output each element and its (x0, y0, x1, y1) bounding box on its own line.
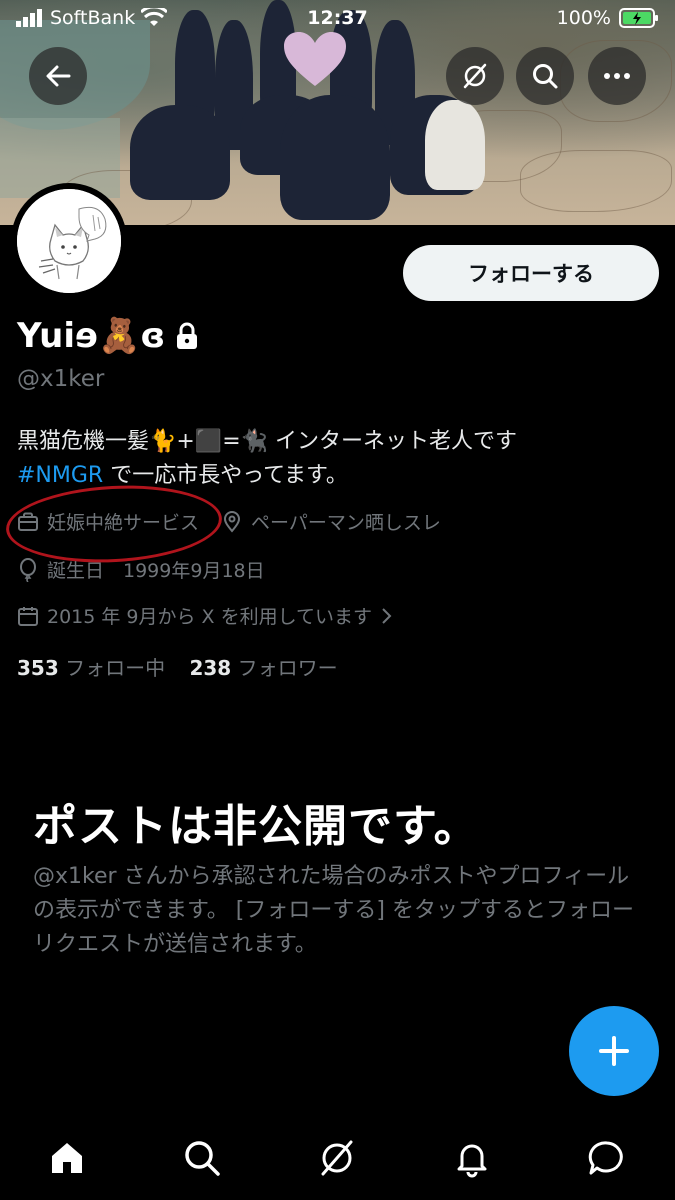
home-icon (52, 1143, 82, 1173)
back-button[interactable] (29, 47, 87, 105)
lock-icon (177, 322, 198, 349)
search-icon (185, 1141, 220, 1176)
followers-count: 238 (189, 656, 232, 680)
chevron-right-icon (382, 607, 392, 624)
display-name: Yuiɘ🧸ɞ (17, 316, 166, 356)
grok-button[interactable] (446, 47, 504, 105)
followers-link[interactable]: 238 フォロワー (189, 656, 337, 680)
cat-drawing-avatar-image (17, 189, 121, 293)
profile-bio: 黒猫危機一髪🐈+⬛=🐈‍⬛ インターネット老人です #NMGR で一応市長やって… (17, 425, 657, 493)
nav-messages[interactable] (583, 1134, 631, 1182)
grok-icon (321, 1140, 353, 1176)
plus-icon (599, 1036, 629, 1066)
user-handle: @x1ker (17, 366, 105, 392)
bottom-navigation (0, 1120, 675, 1200)
profile-joined-row[interactable]: 2015 年 9月から X を利用しています (17, 602, 392, 629)
hashtag-link[interactable]: #NMGR (17, 463, 103, 488)
profile-avatar[interactable] (11, 183, 127, 299)
private-posts-title: ポストは非公開です。 (33, 801, 479, 852)
search-icon (533, 64, 558, 89)
following-label: フォロー中 (65, 656, 166, 680)
location-pin-icon (224, 510, 241, 533)
bio-line-2-text: で一応市長やってます。 (103, 463, 348, 488)
display-name-row: Yuiɘ🧸ɞ (17, 316, 199, 356)
more-button[interactable] (588, 47, 646, 105)
search-button[interactable] (516, 47, 574, 105)
profile-joined-date: 2015 年 9月から X を利用しています (47, 606, 373, 628)
nav-grok[interactable] (313, 1134, 361, 1182)
follow-button[interactable]: フォローする (403, 245, 659, 301)
calendar-icon (18, 606, 38, 626)
nav-notifications[interactable] (448, 1134, 496, 1182)
chat-bubble-icon (588, 1141, 623, 1175)
battery-percent: 100% (556, 7, 611, 29)
followers-label: フォロワー (237, 656, 338, 680)
nav-search[interactable] (178, 1134, 226, 1182)
balloon-icon (20, 557, 36, 582)
red-circle-annotation (4, 480, 224, 568)
more-horizontal-icon (604, 73, 630, 79)
battery-charging-icon (619, 8, 658, 28)
profile-location: ペーパーマン晒しスレ (251, 512, 441, 534)
nav-home[interactable] (43, 1134, 91, 1182)
arrow-left-icon (46, 65, 71, 87)
status-bar: SoftBank 12:37 100% (0, 0, 675, 38)
profile-meta-row-2: 誕生日 1999年9月18日 (17, 556, 265, 583)
bio-line-1: 黒猫危機一髪🐈+⬛=🐈‍⬛ インターネット老人です (17, 429, 518, 454)
private-posts-description: @x1ker さんから承認された場合のみポストやプロフィールの表示ができます。 … (33, 864, 634, 957)
follow-stats: 353 フォロー中 238 フォロワー (17, 652, 338, 681)
following-link[interactable]: 353 フォロー中 (17, 656, 165, 680)
compose-post-button[interactable] (569, 1006, 659, 1096)
grok-icon (463, 63, 487, 89)
bell-icon (457, 1144, 487, 1178)
following-count: 353 (17, 656, 59, 680)
heart-sticker (284, 32, 346, 86)
profile-birthday: 誕生日 1999年9月18日 (47, 560, 265, 582)
